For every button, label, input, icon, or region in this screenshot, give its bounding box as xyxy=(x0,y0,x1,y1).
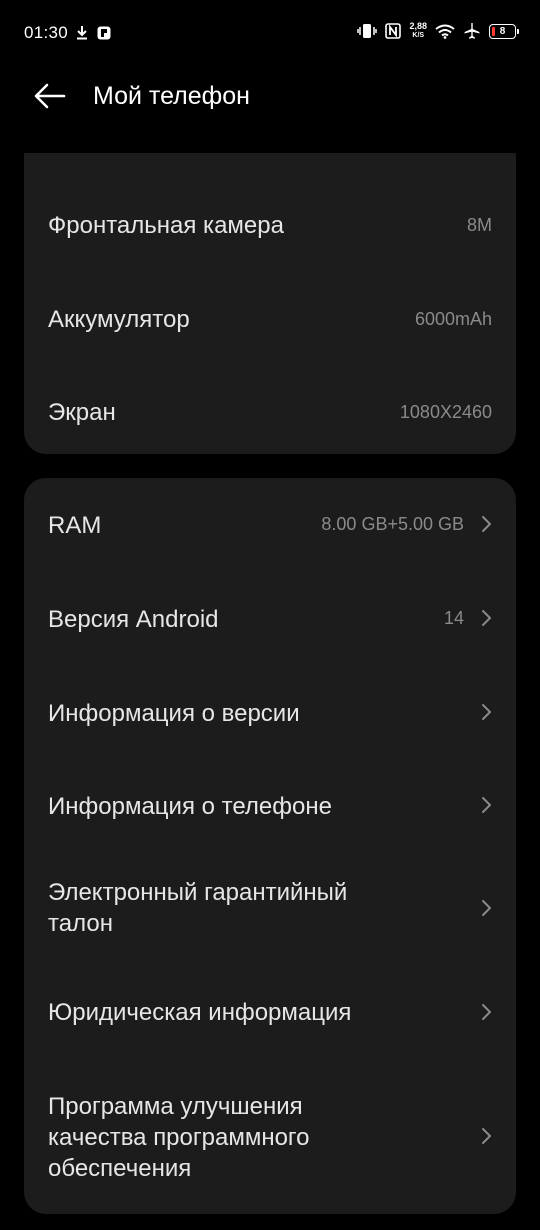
menu-item-legal-info[interactable]: Юридическая информация xyxy=(24,964,516,1058)
spec-row-front-camera: Фронтальная камера 8M xyxy=(24,205,516,245)
status-right-icons: 2,88 K/S 8 xyxy=(357,20,519,40)
network-speed-value: 2,88 xyxy=(409,20,427,31)
menu-item-value: 8.00 GB+5.00 GB xyxy=(321,514,464,534)
wifi-icon xyxy=(435,24,455,39)
spec-label: Экран xyxy=(48,398,116,426)
spec-value: 6000mAh xyxy=(414,308,492,329)
menu-item-label-line: качества программного xyxy=(48,1124,310,1151)
menu-item-label-line: Программа улучшения xyxy=(48,1093,303,1120)
back-arrow-icon xyxy=(34,83,66,109)
spec-value: 8M xyxy=(466,214,492,235)
menu-item-label-line: обеспечения xyxy=(48,1155,192,1182)
battery-level: 8 xyxy=(499,25,506,37)
spec-row-battery: Аккумулятор 6000mAh xyxy=(24,299,516,339)
airplane-icon xyxy=(464,23,480,39)
chevron-right-icon xyxy=(482,1004,491,1020)
menu-item-e-warranty[interactable]: Электронный гарантийный талон xyxy=(24,854,516,964)
vibrate-icon xyxy=(357,24,378,38)
menu-item-label: Информация о версии xyxy=(48,700,300,727)
chevron-right-icon xyxy=(482,516,491,532)
menu-item-label: RAM xyxy=(48,512,102,539)
app-header: Мой телефон xyxy=(0,68,540,128)
spec-label: Аккумулятор xyxy=(48,305,190,333)
network-speed-unit: K/S xyxy=(412,31,425,39)
battery-icon: 8 xyxy=(489,23,519,39)
chevron-right-icon xyxy=(482,797,491,813)
app-notification-icon xyxy=(97,26,111,39)
download-icon xyxy=(77,26,87,40)
chevron-right-icon xyxy=(482,1128,491,1144)
back-button[interactable] xyxy=(26,76,74,116)
menu-item-label: Юридическая информация xyxy=(48,999,352,1026)
chevron-right-icon xyxy=(482,610,491,626)
specs-card: Фронтальная камера 8M Аккумулятор 6000mA… xyxy=(24,153,516,454)
menu-item-label-line: Электронный гарантийный xyxy=(48,879,348,906)
menu-item-version-info[interactable]: Информация о версии xyxy=(24,666,516,760)
menu-item-label: Программа улучшения качества программног… xyxy=(48,1091,310,1184)
status-time: 01:30 xyxy=(24,23,69,42)
menu-item-label: Электронный гарантийный талон xyxy=(48,877,347,939)
spec-label: Фронтальная камера xyxy=(48,211,284,239)
chevron-right-icon xyxy=(482,704,491,720)
chevron-right-icon xyxy=(482,900,491,916)
menu-item-label: Информация о телефоне xyxy=(48,793,332,820)
spec-row-screen: Экран 1080X2460 xyxy=(24,392,516,432)
status-left-icons xyxy=(76,25,111,40)
status-bar: 01:30 2,88 K/S 8 xyxy=(0,0,540,68)
menu-item-label: Версия Android xyxy=(48,606,219,633)
network-speed: 2,88 K/S xyxy=(409,20,427,40)
menu-item-ram[interactable]: RAM 8.00 GB+5.00 GB xyxy=(24,478,516,572)
info-menu-card: RAM 8.00 GB+5.00 GB Версия Android 14 Ин… xyxy=(24,478,516,1214)
menu-item-android-version[interactable]: Версия Android 14 xyxy=(24,572,516,666)
battery-fill xyxy=(492,26,495,36)
spec-value: 1080X2460 xyxy=(399,401,492,422)
nfc-icon xyxy=(385,23,402,39)
menu-item-label-line: талон xyxy=(48,910,113,937)
page-title: Мой телефон xyxy=(93,82,250,110)
menu-item-value: 14 xyxy=(443,608,464,628)
menu-item-software-improvement[interactable]: Программа улучшения качества программног… xyxy=(24,1058,516,1208)
menu-item-phone-info[interactable]: Информация о телефоне xyxy=(24,760,516,854)
